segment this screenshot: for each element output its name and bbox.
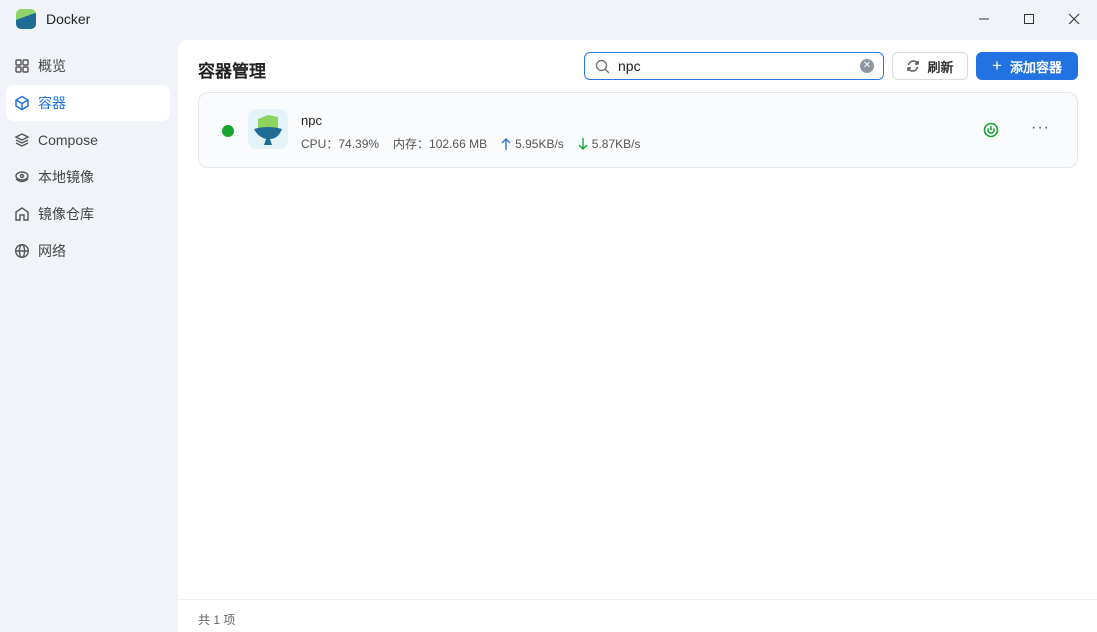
search-input[interactable]	[618, 58, 848, 74]
power-icon[interactable]	[983, 122, 999, 138]
grid-icon	[15, 59, 29, 73]
app-title: Docker	[46, 11, 91, 27]
cube-icon	[15, 95, 29, 111]
cpu-usage: CPU：74.39%	[301, 137, 380, 151]
container-app-icon	[248, 109, 288, 149]
layers-icon	[14, 133, 30, 147]
memory-usage: 内存：102.66 MB	[393, 137, 488, 151]
home-icon	[15, 207, 29, 221]
clear-search-icon[interactable]: ✕	[860, 59, 874, 73]
sidebar-item-registry[interactable]: 镜像仓库	[6, 196, 170, 232]
main-panel: 容器管理 ✕ 刷新 +添加容器 npc CPU：74.39% 内存：102.66…	[178, 40, 1097, 632]
page-title: 容器管理	[198, 62, 266, 81]
search-box[interactable]: ✕	[584, 52, 884, 80]
refresh-icon	[907, 60, 920, 72]
download-rate: 5.87KB/s	[591, 136, 641, 151]
more-options-icon[interactable]: ···	[1031, 119, 1050, 137]
upload-rate: 5.95KB/s	[515, 136, 564, 151]
maximize-button[interactable]	[1017, 8, 1041, 30]
search-icon	[595, 59, 610, 73]
container-name: npc	[301, 113, 322, 128]
status-running-indicator	[222, 125, 234, 137]
sidebar-item-overview[interactable]: 概览	[6, 48, 170, 84]
refresh-button[interactable]: 刷新	[892, 52, 968, 80]
minimize-button[interactable]	[972, 8, 996, 30]
docker-logo-icon	[16, 9, 36, 29]
sidebar-item-containers[interactable]: 容器	[6, 85, 170, 121]
sidebar-item-local-images[interactable]: 本地镜像	[6, 159, 170, 195]
arrow-down-icon	[578, 137, 588, 150]
item-count: 共 1 项	[178, 599, 1097, 632]
sidebar-item-network[interactable]: 网络	[6, 233, 170, 269]
disk-icon	[15, 171, 29, 183]
container-card[interactable]: npc CPU：74.39% 内存：102.66 MB 5.95KB/s 5.8…	[198, 92, 1078, 168]
globe-icon	[14, 243, 30, 259]
container-stats: CPU：74.39% 内存：102.66 MB 5.95KB/s 5.87KB/…	[301, 135, 641, 152]
close-button[interactable]	[1062, 8, 1086, 30]
add-container-button[interactable]: + 添加容器	[976, 52, 1078, 80]
plus-icon: +	[992, 56, 1002, 75]
title-bar: Docker	[0, 0, 1097, 38]
arrow-up-icon	[501, 137, 511, 150]
sidebar-item-compose[interactable]: Compose	[6, 122, 170, 158]
